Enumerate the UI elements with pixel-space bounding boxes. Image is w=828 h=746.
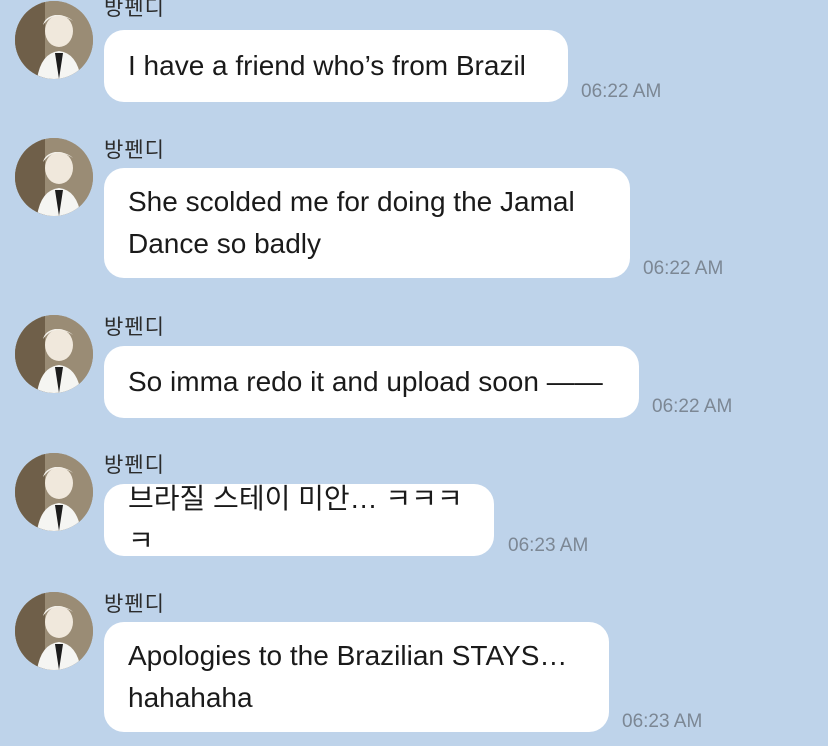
avatar-icon[interactable] bbox=[15, 453, 93, 531]
message-text: So imma redo it and upload soon —— bbox=[128, 366, 603, 397]
avatar-icon[interactable] bbox=[15, 1, 93, 79]
sender-name: 방펜디 bbox=[104, 315, 165, 339]
avatar-icon[interactable] bbox=[15, 138, 93, 216]
chat-message-list: 방펜디 I have a friend who’s from Brazil 06… bbox=[0, 0, 828, 746]
avatar-icon[interactable] bbox=[15, 592, 93, 670]
message-bubble[interactable]: She scolded me for doing the Jamal Dance… bbox=[104, 168, 630, 278]
message-bubble[interactable]: So imma redo it and upload soon —— bbox=[104, 346, 639, 418]
message-text: She scolded me for doing the Jamal Dance… bbox=[128, 186, 575, 259]
message-timestamp: 06:22 AM bbox=[581, 81, 662, 102]
message-bubble[interactable]: Apologies to the Brazilian STAYS… hahaha… bbox=[104, 622, 609, 732]
sender-name: 방펜디 bbox=[104, 592, 165, 616]
sender-name: 방펜디 bbox=[104, 0, 165, 20]
sender-name: 방펜디 bbox=[104, 453, 165, 477]
avatar-icon[interactable] bbox=[15, 315, 93, 393]
message-text: Apologies to the Brazilian STAYS… hahaha… bbox=[128, 640, 568, 713]
message-text: I have a friend who’s from Brazil bbox=[128, 50, 526, 81]
message-timestamp: 06:22 AM bbox=[643, 258, 724, 279]
message-bubble[interactable]: I have a friend who’s from Brazil bbox=[104, 30, 568, 102]
sender-name: 방펜디 bbox=[104, 138, 165, 162]
message-timestamp: 06:22 AM bbox=[652, 396, 733, 417]
message-timestamp: 06:23 AM bbox=[622, 711, 703, 732]
message-text: 브라질 스테이 미안… ㅋㅋㅋㅋ bbox=[128, 483, 463, 556]
message-timestamp: 06:23 AM bbox=[508, 535, 589, 556]
message-bubble[interactable]: 브라질 스테이 미안… ㅋㅋㅋㅋ bbox=[104, 483, 494, 556]
